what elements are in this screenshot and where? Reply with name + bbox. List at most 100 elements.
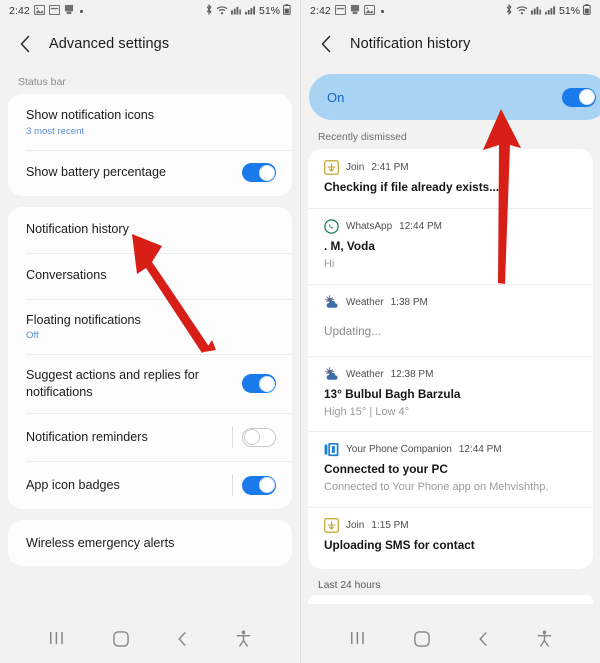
dot-icon (79, 9, 83, 13)
settings-group-3: Wireless emergency alerts (8, 520, 292, 567)
toggle-show-battery-percentage[interactable] (242, 163, 276, 183)
toggle-suggest-actions[interactable] (242, 374, 276, 394)
setting-row-suggest-actions[interactable]: Suggest actions and replies for notifica… (8, 354, 292, 413)
image-icon (363, 4, 375, 18)
setting-row-show-battery-percentage[interactable]: Show battery percentage (8, 149, 292, 196)
setting-row-wireless-emergency-alerts[interactable]: Wireless emergency alerts (8, 520, 292, 566)
status-time: 2:42 (310, 5, 331, 17)
setting-row-show-notification-icons[interactable]: Show notification icons 3 most recent (8, 94, 292, 150)
wifi-icon (516, 5, 528, 18)
back-chevron-icon[interactable] (176, 631, 189, 652)
battery-icon (583, 4, 591, 18)
notification-header: Join 2:41 PM (324, 160, 579, 175)
notification-body: High 15° | Low 4° (324, 405, 410, 418)
calendar-icon (48, 4, 60, 18)
banner-label: On (327, 89, 345, 105)
notification-time: 2:41 PM (371, 162, 409, 173)
join-icon (324, 518, 339, 533)
notification-app-name: Join (346, 162, 365, 173)
notification-header: WhatsApp 12:44 PM (324, 219, 579, 234)
list-item[interactable]: Weather 1:38 PM Updating... (308, 283, 593, 356)
section-label-status-bar: Status bar (18, 76, 66, 88)
home-icon[interactable] (113, 630, 129, 652)
app-icon (64, 4, 74, 18)
toggle-notification-history[interactable] (562, 87, 596, 107)
notification-header: Weather 12:38 PM (324, 366, 579, 382)
row-subtitle: 3 most recent (26, 125, 85, 137)
row-title: App icon badges (26, 478, 120, 493)
notification-header: Your Phone Companion 12:44 PM (324, 442, 579, 457)
list-item[interactable]: Your Phone Companion 12:44 PM Connected … (308, 431, 593, 507)
accessibility-icon[interactable] (236, 630, 251, 652)
notification-app-name: WhatsApp (346, 220, 393, 232)
row-title: Suggest actions and replies for notifica… (26, 368, 199, 399)
list-item[interactable]: Weather 12:38 PM 13° Bulbul Bagh Barzula… (308, 355, 593, 432)
list-item[interactable]: WhatsApp 12:44 PM . M, Voda Hi (308, 207, 593, 284)
row-texts: Wireless emergency alerts (26, 535, 174, 552)
status-bar-left-group: 2:42 (9, 4, 83, 18)
home-icon[interactable] (414, 630, 430, 652)
row-title: Wireless emergency alerts (26, 536, 175, 551)
your-phone-companion-icon (324, 442, 339, 457)
row-title: Notification reminders (26, 430, 148, 445)
notification-header: Weather 1:38 PM (324, 294, 579, 310)
row-title: Floating notifications (26, 312, 141, 327)
bluetooth-icon (205, 3, 213, 18)
row-texts: Notification reminders (26, 429, 148, 446)
image-icon (33, 4, 45, 18)
status-bar-right: 2:42 51% (301, 0, 600, 22)
app-bar-left: Advanced settings (0, 22, 300, 66)
row-texts: Show notification icons 3 most recent (26, 107, 154, 137)
toggle-knob (578, 89, 595, 105)
setting-row-conversations[interactable]: Conversations (8, 252, 292, 299)
status-bar-right-group: 51% (205, 3, 291, 18)
setting-row-app-icon-badges[interactable]: App icon badges (8, 461, 292, 509)
status-bar-left-group: 2:42 (310, 4, 384, 18)
next-section-card-stub (308, 595, 593, 605)
back-chevron-icon[interactable] (14, 33, 36, 55)
notification-list: Join 2:41 PM Checking if file already ex… (308, 149, 593, 570)
left-phone-screen: 2:42 51% Advanced settings Status bar Sh… (0, 0, 300, 663)
battery-percent: 51% (258, 5, 280, 17)
dot-icon (380, 9, 384, 13)
notification-app-name: Weather (346, 368, 384, 380)
bluetooth-icon (505, 3, 513, 18)
toggle-notification-reminders[interactable] (242, 427, 276, 447)
row-texts: Suggest actions and replies for notifica… (26, 367, 226, 400)
settings-group-2: Notification history Conversations Float… (8, 206, 292, 510)
recents-icon[interactable] (49, 631, 66, 651)
join-icon (324, 160, 339, 175)
recents-icon[interactable] (350, 631, 367, 651)
battery-icon (283, 4, 291, 18)
row-control (242, 163, 276, 183)
setting-row-notification-history[interactable]: Notification history (8, 207, 292, 253)
back-chevron-icon[interactable] (477, 631, 490, 652)
control-divider (232, 474, 233, 497)
notification-app-name: Weather (346, 296, 384, 308)
status-bar-left: 2:42 51% (0, 0, 300, 22)
back-chevron-icon[interactable] (315, 33, 337, 55)
settings-group-1: Show notification icons 3 most recent Sh… (8, 94, 292, 196)
notification-time: 12:44 PM (399, 220, 442, 232)
row-texts: Conversations (26, 267, 107, 284)
control-divider (232, 426, 233, 449)
accessibility-icon[interactable] (537, 630, 552, 652)
notification-title: Connected to your PC (324, 462, 448, 477)
list-item[interactable]: Join 1:15 PM Uploading SMS for contact (308, 507, 593, 569)
page-title: Advanced settings (49, 36, 170, 52)
last-24-hours-label: Last 24 hours (318, 580, 381, 592)
setting-row-floating-notifications[interactable]: Floating notifications Off (8, 298, 292, 355)
row-subtitle: Off (26, 330, 39, 342)
row-texts: Show battery percentage (26, 164, 166, 181)
setting-row-notification-reminders[interactable]: Notification reminders (8, 413, 292, 461)
calendar-icon (334, 4, 346, 18)
whatsapp-icon (324, 219, 339, 234)
weather-icon (324, 294, 339, 310)
list-item[interactable]: Join 2:41 PM Checking if file already ex… (308, 149, 593, 208)
row-texts: Floating notifications Off (26, 312, 141, 342)
toggle-knob (258, 477, 275, 494)
row-control (242, 374, 276, 394)
row-control (232, 426, 276, 449)
notification-history-master-toggle-banner[interactable]: On (309, 74, 600, 120)
toggle-app-icon-badges[interactable] (242, 475, 276, 495)
